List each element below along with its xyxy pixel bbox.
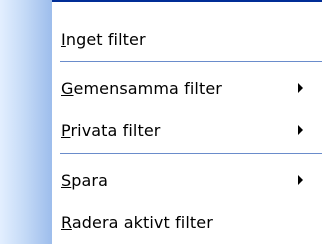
menu-item-inget-filter[interactable]: Inget filter <box>52 22 322 56</box>
menu-item-gemensamma-filter[interactable]: Gemensamma filter <box>52 71 322 105</box>
menu-item-label: Inget filter <box>61 29 146 49</box>
context-menu: Inget filter Gemensamma filter Privata f… <box>0 0 322 244</box>
menu-item-label: Privata filter <box>61 120 161 140</box>
submenu-arrow-icon <box>298 125 303 135</box>
menu-item-label: Radera aktivt filter <box>61 212 213 232</box>
menu-top-border <box>52 0 322 2</box>
menu-item-privata-filter[interactable]: Privata filter <box>52 113 322 147</box>
submenu-arrow-icon <box>298 175 303 185</box>
menu-item-radera-aktivt-filter[interactable]: Radera aktivt filter <box>52 205 322 239</box>
menu-gutter <box>0 0 52 244</box>
menu-item-label: Spara <box>61 170 109 190</box>
menu-item-spara[interactable]: Spara <box>52 163 322 197</box>
menu-item-label: Gemensamma filter <box>61 78 222 98</box>
menu-separator <box>60 61 322 62</box>
submenu-arrow-icon <box>298 83 303 93</box>
menu-separator <box>60 153 322 154</box>
